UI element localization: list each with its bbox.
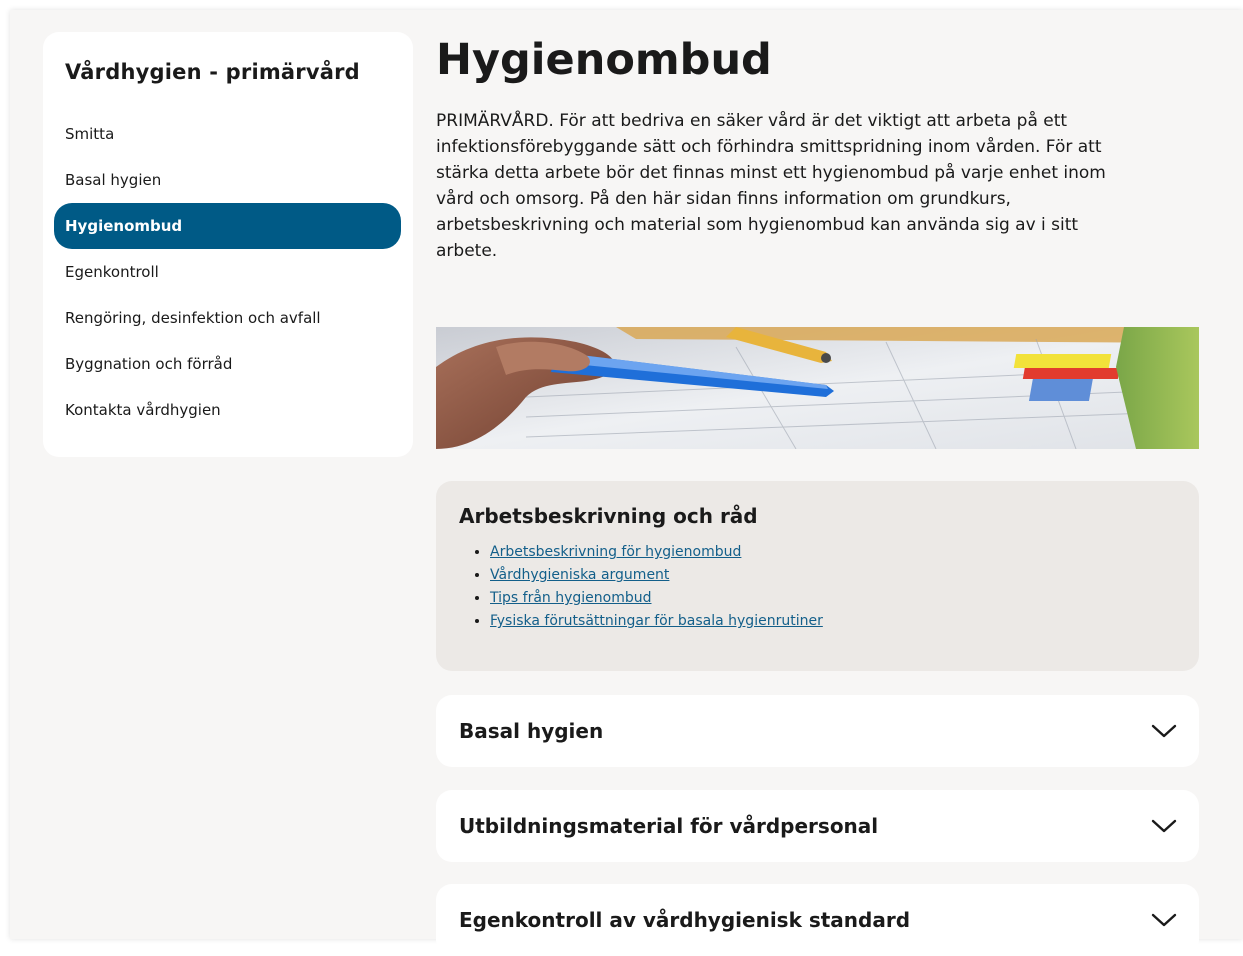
sidebar-item-hygienombud[interactable]: Hygienombud — [54, 203, 401, 249]
sidebar-title: Vårdhygien - primärvård — [65, 60, 360, 84]
sidebar-item-kontakta[interactable]: Kontakta vårdhygien — [54, 387, 401, 433]
chevron-down-icon — [1151, 913, 1177, 927]
page-title: Hygienombud — [436, 35, 772, 85]
accordion-label: Utbildningsmaterial för vårdpersonal — [459, 814, 879, 838]
sidebar-item-smitta[interactable]: Smitta — [54, 111, 401, 157]
list-item: Vårdhygieniska argument — [490, 564, 823, 587]
sidebar-menu: Smitta Basal hygien Hygienombud Egenkont… — [54, 111, 401, 433]
list-item: Tips från hygienombud — [490, 587, 823, 610]
sidebar-item-basal-hygien[interactable]: Basal hygien — [54, 157, 401, 203]
accordion-label: Egenkontroll av vårdhygienisk standard — [459, 908, 911, 932]
list-item: Fysiska förutsättningar för basala hygie… — [490, 610, 823, 633]
link-arbetsbeskrivning[interactable]: Arbetsbeskrivning för hygienombud — [490, 544, 741, 560]
chevron-down-icon — [1151, 724, 1177, 738]
link-fysiska-forutsattningar[interactable]: Fysiska förutsättningar för basala hygie… — [490, 613, 823, 629]
hero-illustration — [436, 327, 1199, 449]
accordion-utbildningsmaterial[interactable]: Utbildningsmaterial för vårdpersonal — [436, 790, 1199, 862]
chevron-down-icon — [1151, 819, 1177, 833]
link-tips-fran-hygienombud[interactable]: Tips från hygienombud — [490, 590, 652, 606]
list-item: Arbetsbeskrivning för hygienombud — [490, 541, 823, 564]
arbetsbeskrivning-card: Arbetsbeskrivning och råd Arbetsbeskrivn… — [436, 481, 1199, 671]
page-container: Vårdhygien - primärvård Smitta Basal hyg… — [10, 10, 1243, 956]
intro-text: PRIMÄRVÅRD. För att bedriva en säker vår… — [436, 111, 1106, 261]
accordion-basal-hygien[interactable]: Basal hygien — [436, 695, 1199, 767]
accordion-label: Basal hygien — [459, 719, 604, 743]
hero-image — [436, 327, 1199, 449]
sidebar-item-egenkontroll[interactable]: Egenkontroll — [54, 249, 401, 295]
card-link-list: Arbetsbeskrivning för hygienombud Vårdhy… — [466, 541, 823, 633]
accordion-egenkontroll[interactable]: Egenkontroll av vårdhygienisk standard — [436, 884, 1199, 956]
sidebar-item-rengoring[interactable]: Rengöring, desinfektion och avfall — [54, 295, 401, 341]
link-vardhygieniska-argument[interactable]: Vårdhygieniska argument — [490, 567, 669, 583]
card-title: Arbetsbeskrivning och råd — [459, 504, 758, 528]
sidebar-nav: Vårdhygien - primärvård Smitta Basal hyg… — [43, 32, 413, 457]
sidebar-item-byggnation[interactable]: Byggnation och förråd — [54, 341, 401, 387]
